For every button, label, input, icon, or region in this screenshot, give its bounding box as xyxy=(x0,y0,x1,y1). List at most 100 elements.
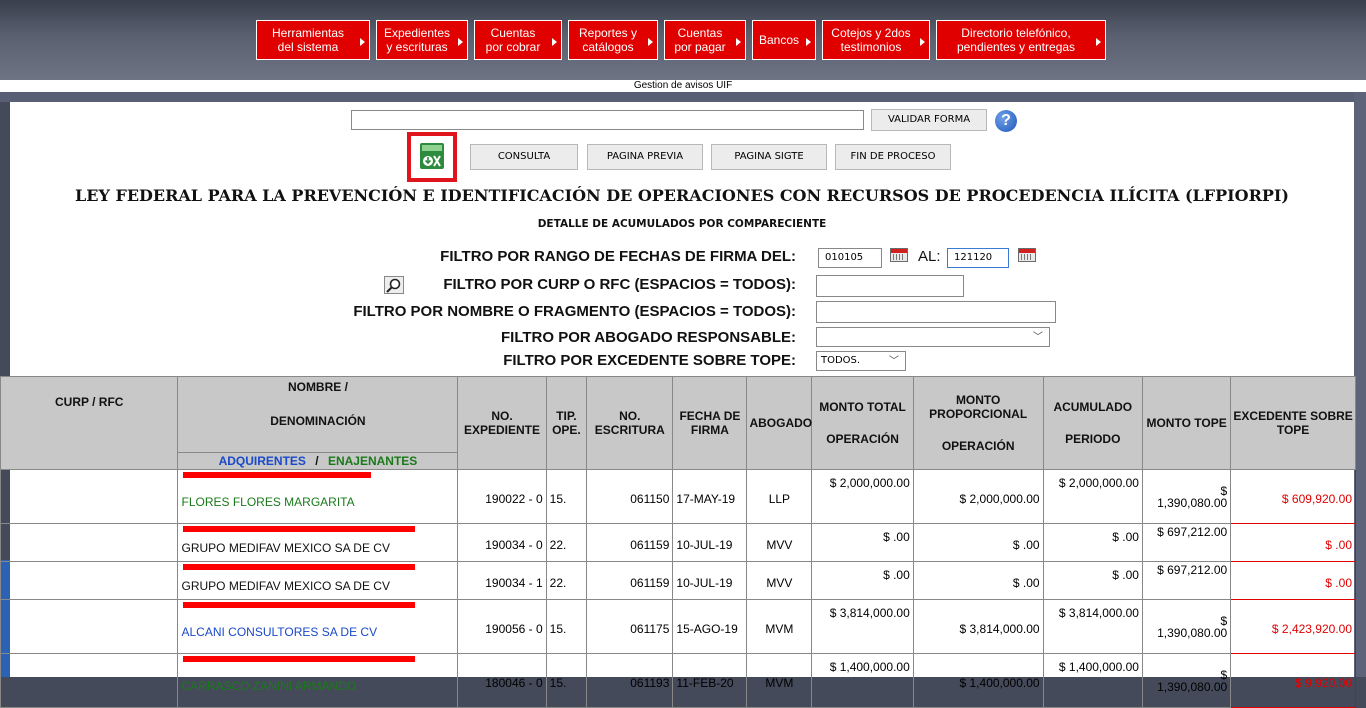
cell-fecha: 17-MAY-19 xyxy=(672,469,748,524)
next-page-button[interactable]: PAGINA SIGTE xyxy=(711,144,827,170)
tope-line2: 1,390,080.00 xyxy=(1157,625,1228,640)
name-filter-input[interactable] xyxy=(816,301,1056,323)
cell-esc: 061193 xyxy=(586,653,674,708)
table-row[interactable]: GRUPO MEDIFAV MEXICO SA DE CV 190034 - 02… xyxy=(0,523,1356,562)
cell-acum: $ .00 xyxy=(1042,523,1143,562)
cell-prop: $ 3,814,000.00 xyxy=(912,599,1044,654)
col-header-monto-tope: MONTO TOPE xyxy=(1141,376,1232,470)
col-header-monto-total: MONTO TOTAL OPERACIÓN xyxy=(811,376,914,470)
cell-exp: 190022 - 0 xyxy=(457,469,547,524)
date-from-input[interactable]: 010105 xyxy=(818,248,882,268)
cell-abogado: MVM xyxy=(746,653,813,708)
col-header-nombre-line2: DENOMINACIÓN xyxy=(270,414,366,428)
cell-nombre: GRUPO MEDIFAV MEXICO SA DE CV xyxy=(177,523,459,562)
menu-label-line1: Cuentas xyxy=(490,26,536,40)
redaction-bar xyxy=(183,656,416,662)
calendar-icon[interactable] xyxy=(890,248,908,262)
col-header-acumulado: ACUMULADO PERIODO xyxy=(1042,376,1143,470)
menu-arrow-icon xyxy=(458,38,463,46)
end-process-button[interactable]: FIN DE PROCESO xyxy=(835,144,951,170)
cell-acum: $ 1,400,000.00 xyxy=(1042,653,1143,708)
menu-label-line1: Cotejos y 2dos xyxy=(831,26,911,40)
cell-prop: $ .00 xyxy=(912,523,1044,562)
validate-form-input[interactable] xyxy=(351,110,864,130)
tope-line1: $ 697,212.00 xyxy=(1157,563,1228,577)
menu-label-line1: Cuentas xyxy=(677,26,723,40)
lawyer-filter-select[interactable]: ﹀ xyxy=(816,327,1050,347)
menu-directorio[interactable]: Directorio telefónico, pendientes y entre… xyxy=(936,20,1106,60)
person-name[interactable]: CARRASCO ZANINI ARMANDO xyxy=(181,679,454,693)
table-row[interactable]: CARRASCO ZANINI ARMANDO 180046 - 0 15. 0611… xyxy=(0,653,1356,708)
legend-adquirentes: ADQUIRENTES xyxy=(218,454,306,468)
excess-filter-select[interactable]: TODOS. ﹀ xyxy=(816,351,906,371)
person-name[interactable]: FLORES FLORES MARGARITA xyxy=(181,495,454,509)
menu-herramientas[interactable]: Herramientas del sistema xyxy=(256,20,370,60)
col-header-nombre: NOMBRE / DENOMINACIÓN xyxy=(177,376,459,453)
cell-exced: $ .00 xyxy=(1230,561,1356,600)
cell-tip: 15. xyxy=(545,599,588,654)
cell-fecha: 15-AGO-19 xyxy=(672,599,748,654)
col-header-monto-total-line2: OPERACIÓN xyxy=(826,432,899,446)
cell-exp: 190034 - 1 xyxy=(457,561,547,600)
redaction-bar xyxy=(183,472,372,478)
menu-label-line1: Bancos xyxy=(758,33,800,47)
cell-monto-tope: $ 697,212.00 xyxy=(1141,561,1232,600)
person-name[interactable]: GRUPO MEDIFAV MEXICO SA DE CV xyxy=(181,579,454,593)
cell-total: $ 2,000,000.00 xyxy=(811,469,914,524)
excel-export-button[interactable] xyxy=(407,132,457,182)
cell-abogado: MVM xyxy=(746,599,813,654)
col-header-fecha: FECHA DE FIRMA xyxy=(672,376,748,470)
menu-bancos[interactable]: Bancos xyxy=(752,20,816,60)
col-header-monto-proporcional: MONTO PROPORCIONAL OPERACIÓN xyxy=(912,376,1044,470)
search-icon[interactable] xyxy=(384,276,404,294)
cell-esc: 061159 xyxy=(586,523,674,562)
cell-monto-tope: $1,390,080.00 xyxy=(1141,599,1232,654)
menu-arrow-icon xyxy=(920,38,925,46)
chevron-down-icon: ﹀ xyxy=(1033,332,1043,343)
menu-label-line2: por cobrar xyxy=(485,40,541,54)
cell-monto-tope: $1,390,080.00 xyxy=(1141,653,1232,708)
menu-cuentas-pagar[interactable]: Cuentas por pagar xyxy=(664,20,746,60)
header-divider xyxy=(0,92,1366,102)
date-filter-label: FILTRO POR RANGO DE FECHAS DE FIRMA DEL: xyxy=(440,248,796,265)
table-row[interactable]: FLORES FLORES MARGARITA 190022 - 0 15. 0611… xyxy=(0,469,1356,524)
consulta-button[interactable]: CONSULTA xyxy=(470,144,578,170)
help-icon[interactable]: ? xyxy=(995,110,1017,132)
menu-expedientes[interactable]: Expedientes y escrituras xyxy=(376,20,468,60)
validate-form-button[interactable]: VALIDAR FORMA xyxy=(871,109,987,131)
menu-label-line1: Herramientas xyxy=(271,26,345,40)
main-menu: Herramientas del sistema Expedientes y esc… xyxy=(256,20,1106,60)
cell-nombre: ALCANI CONSULTORES SA DE CV xyxy=(177,599,459,654)
date-to-input[interactable]: 121120 xyxy=(947,248,1009,268)
cell-prop: $ 2,000,000.00 xyxy=(912,469,1044,524)
legend-enajenantes: ENAJENANTES xyxy=(327,454,418,468)
person-name[interactable]: ALCANI CONSULTORES SA DE CV xyxy=(181,625,454,639)
previous-page-button[interactable]: PAGINA PREVIA xyxy=(587,144,703,170)
menu-cuentas-cobrar[interactable]: Cuentas por cobrar xyxy=(474,20,562,60)
name-filter-label: FILTRO POR NOMBRE O FRAGMENTO (ESPACIOS … xyxy=(353,303,796,320)
cell-tip: 22. xyxy=(545,561,588,600)
cell-exced: $ 2,423,920.00 xyxy=(1230,599,1356,654)
person-name[interactable]: GRUPO MEDIFAV MEXICO SA DE CV xyxy=(181,541,454,555)
col-header-curp: CURP / RFC xyxy=(0,376,179,470)
calendar-icon[interactable] xyxy=(1018,248,1036,262)
top-menu-bar: Herramientas del sistema Expedientes y esc… xyxy=(0,0,1366,80)
cell-abogado: MVV xyxy=(746,523,813,562)
menu-cotejos[interactable]: Cotejos y 2dos testimonios xyxy=(822,20,930,60)
excel-download-icon xyxy=(420,143,444,169)
table-row[interactable]: GRUPO MEDIFAV MEXICO SA DE CV 190034 - 12… xyxy=(0,561,1356,600)
cell-curp xyxy=(0,561,179,600)
cell-tip: 22. xyxy=(545,523,588,562)
curp-filter-input[interactable] xyxy=(816,275,964,297)
date-to-label: AL: xyxy=(918,248,941,265)
cell-total: $ 3,814,000.00 xyxy=(811,599,914,654)
excess-filter-label: FILTRO POR EXCEDENTE SOBRE TOPE: xyxy=(503,352,796,369)
table-row[interactable]: ALCANI CONSULTORES SA DE CV 190056 - 0 15.… xyxy=(0,599,1356,654)
cell-esc: 061159 xyxy=(586,561,674,600)
cell-abogado: LLP xyxy=(746,469,813,524)
menu-reportes[interactable]: Reportes y catálogos xyxy=(568,20,658,60)
cell-acum: $ .00 xyxy=(1042,561,1143,600)
cell-esc: 061150 xyxy=(586,469,674,524)
results-body: FLORES FLORES MARGARITA 190022 - 0 15. 0611… xyxy=(0,469,1356,708)
menu-label-line2: catálogos xyxy=(582,40,634,54)
